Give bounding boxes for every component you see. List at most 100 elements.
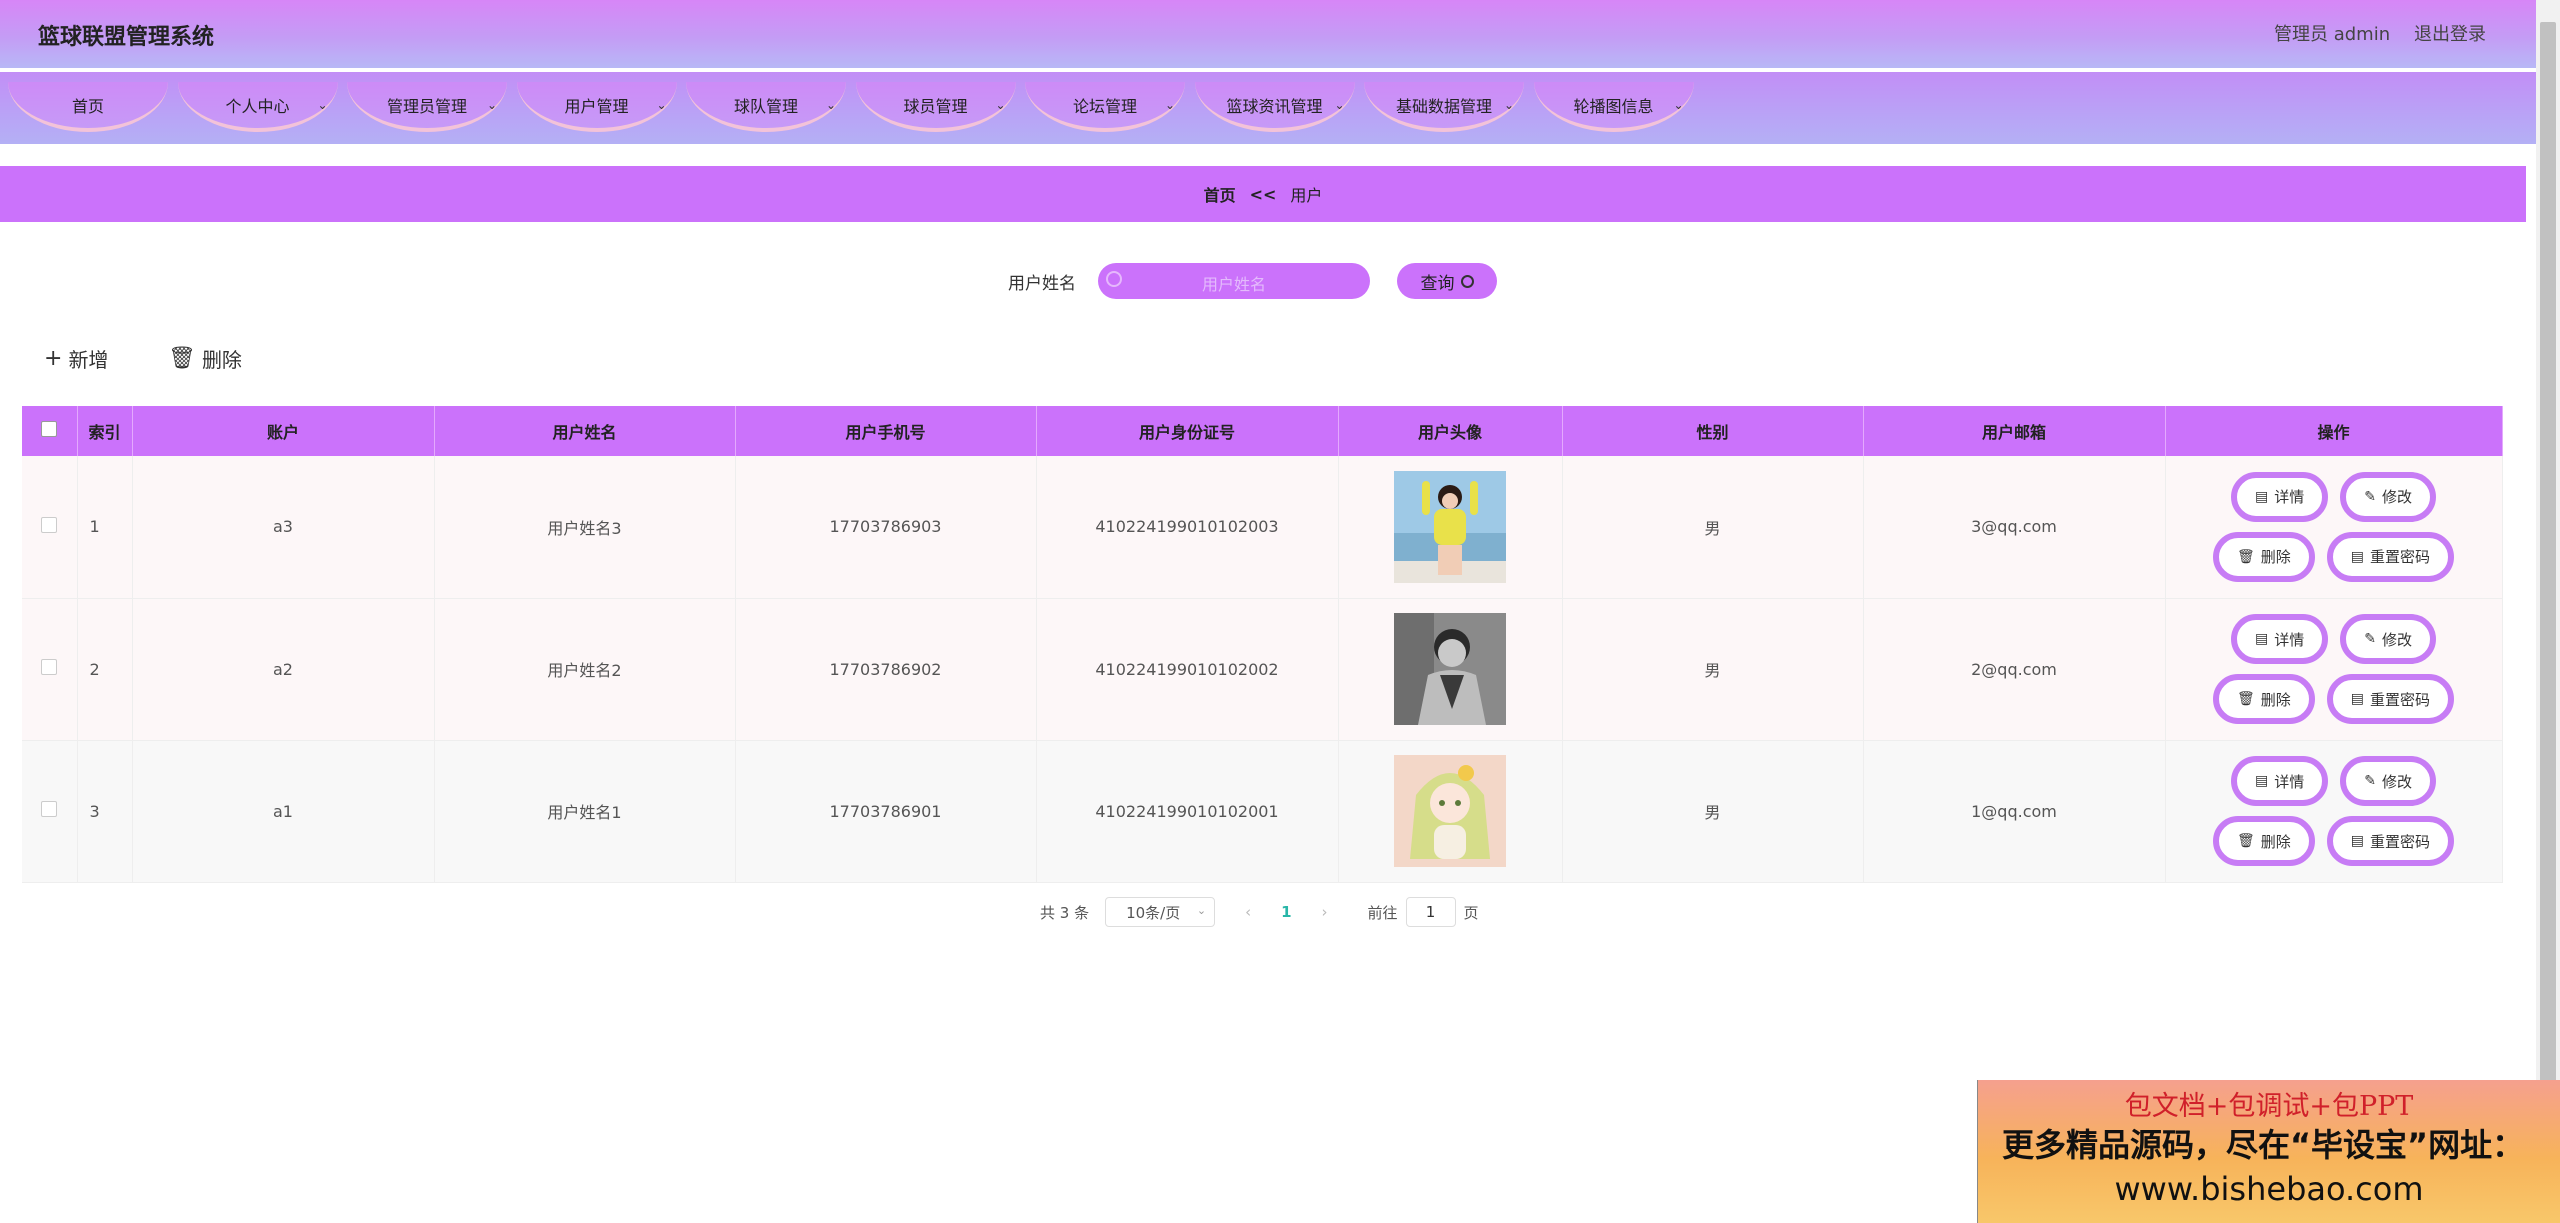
edit-label: 修改 (2381, 772, 2412, 791)
reset-label: 重置密码 (2370, 548, 2431, 567)
trash-icon: 🗑 (2236, 691, 2255, 707)
row-checkbox[interactable] (41, 516, 58, 533)
edit-button[interactable]: ✎ 修改 (2340, 614, 2436, 664)
trash-icon: 🗑 (2236, 833, 2255, 849)
app-title: 篮球联盟管理系统 (38, 25, 215, 50)
vertical-scrollbar[interactable] (2536, 0, 2560, 1223)
goto-input[interactable]: 1 (1405, 897, 1456, 927)
chevron-down-icon: ⌄ (1196, 904, 1207, 917)
nav-item-label: 球队管理 (733, 97, 798, 116)
name-cell: 用户姓名2 (434, 598, 736, 741)
breadcrumb: 首页 << 用户 (0, 166, 2526, 222)
chevron-down-icon: ⌄ (995, 98, 1006, 112)
reset-label: 重置密码 (2370, 832, 2431, 851)
delete-button[interactable]: 🗑 删除 (2212, 674, 2315, 724)
edit-button[interactable]: ✎ 修改 (2340, 471, 2436, 522)
page-size-select[interactable]: 10条/页 ⌄ (1105, 897, 1216, 927)
table-header-row: 索引 账户 用户姓名 用户手机号 用户身份证号 用户头像 性别 用户邮箱 操作 (22, 406, 2503, 456)
avatar-cell (1338, 598, 1563, 741)
name-cell: 用户姓名1 (434, 740, 736, 883)
current-user: 管理员 admin (2274, 24, 2391, 45)
search-icon (1460, 274, 1474, 288)
document-icon: ▤ (2350, 691, 2364, 707)
search-input[interactable]: 用户姓名 (1098, 263, 1370, 299)
nav-item-label: 球员管理 (903, 97, 968, 116)
idcard-cell: 410224199010102002 (1036, 598, 1339, 741)
delete-label: 删除 (2260, 690, 2291, 709)
delete-button-label: 删除 (201, 348, 242, 372)
col-header: 索引 (77, 406, 133, 456)
edit-button[interactable]: ✎ 修改 (2340, 756, 2436, 806)
detail-button[interactable]: ▤ 详情 (2231, 471, 2329, 522)
batch-delete-button[interactable]: 🗑 删除 (168, 344, 242, 373)
scrollbar-thumb[interactable] (2540, 22, 2556, 1082)
nav-item-4[interactable]: 球队管理 ⌄ (686, 82, 846, 132)
phone-cell: 17703786901 (735, 740, 1037, 883)
nav-item-label: 用户管理 (564, 97, 629, 116)
nav-item-7[interactable]: 篮球资讯管理 ⌄ (1194, 82, 1355, 132)
chevron-down-icon: ⌄ (1673, 98, 1684, 112)
nav-item-label: 篮球资讯管理 (1226, 97, 1323, 116)
col-header: 用户身份证号 (1036, 406, 1339, 456)
nav-item-9[interactable]: 轮播图信息 ⌄ (1533, 82, 1694, 132)
document-icon: ▤ (2255, 631, 2269, 647)
breadcrumb-home[interactable]: 首页 (1204, 182, 1236, 206)
query-button[interactable]: 查询 (1397, 263, 1497, 299)
next-page-button[interactable]: › (1322, 903, 1328, 921)
delete-button[interactable]: 🗑 删除 (2212, 531, 2315, 582)
detail-button[interactable]: ▤ 详情 (2231, 756, 2329, 806)
table-row: 3 a1 用户姓名1 17703786901 410224199010102001 男 1@… (22, 740, 2503, 883)
nav-item-label: 首页 (71, 97, 104, 116)
idcard-cell: 410224199010102001 (1036, 740, 1339, 883)
phone-cell: 17703786902 (735, 598, 1037, 741)
row-checkbox[interactable] (41, 659, 58, 675)
nav-item-1[interactable]: 个人中心 ⌄ (177, 82, 338, 132)
prev-page-button[interactable]: ‹ (1245, 903, 1251, 921)
email-cell: 1@qq.com (1863, 740, 2166, 883)
nav-item-label: 论坛管理 (1072, 97, 1137, 116)
goto-label: 前往 (1367, 903, 1398, 922)
logout-link[interactable]: 退出登录 (2414, 20, 2486, 46)
document-icon: ▤ (2255, 488, 2269, 505)
name-cell: 用户姓名3 (434, 456, 736, 599)
idcard-cell: 410224199010102003 (1036, 456, 1339, 599)
page-unit: 页 (1463, 903, 1479, 922)
nav-item-2[interactable]: 管理员管理 ⌄ (347, 82, 507, 132)
pencil-icon: ✎ (2364, 631, 2376, 647)
col-header: 用户姓名 (434, 406, 736, 456)
row-select-cell (22, 598, 78, 741)
reset-password-button[interactable]: ▤ 重置密码 (2326, 674, 2455, 724)
add-button[interactable]: + 新增 (44, 344, 108, 373)
account-cell: a3 (132, 456, 435, 599)
total-count: 共 3 条 (1040, 903, 1090, 922)
row-checkbox[interactable] (41, 801, 58, 817)
nav-item-5[interactable]: 球员管理 ⌄ (855, 82, 1016, 132)
detail-label: 详情 (2274, 772, 2305, 791)
page-number[interactable]: 1 (1281, 903, 1291, 921)
col-header: 用户头像 (1338, 406, 1563, 456)
ops-cell: ▤ 详情 ✎ 修改 🗑 删除 ▤ 重置密码 (2165, 598, 2503, 741)
avatar-cell (1338, 740, 1563, 883)
document-icon: ▤ (2350, 833, 2364, 849)
nav-item-0[interactable]: 首页 (8, 82, 168, 132)
chevron-down-icon: ⌄ (317, 98, 328, 112)
reset-password-button[interactable]: ▤ 重置密码 (2326, 531, 2455, 582)
add-button-label: 新增 (68, 348, 109, 372)
row-select-cell (22, 740, 78, 883)
detail-label: 详情 (2274, 630, 2305, 649)
chevron-down-icon: ⌄ (656, 98, 667, 112)
avatar (1394, 470, 1506, 583)
nav-item-label: 管理员管理 (386, 97, 467, 116)
detail-button[interactable]: ▤ 详情 (2231, 614, 2329, 664)
pagination: 共 3 条 10条/页 ⌄ ‹ 1 › 前往 1 页 (1040, 897, 1479, 927)
select-all-checkbox[interactable] (41, 421, 58, 437)
nav-item-3[interactable]: 用户管理 ⌄ (516, 82, 677, 132)
nav-item-label: 个人中心 (225, 97, 290, 116)
index-cell: 1 (77, 456, 133, 599)
reset-password-button[interactable]: ▤ 重置密码 (2326, 816, 2455, 866)
document-icon: ▤ (2350, 548, 2364, 565)
email-cell: 3@qq.com (1863, 456, 2166, 599)
delete-button[interactable]: 🗑 删除 (2212, 816, 2315, 866)
nav-item-8[interactable]: 基础数据管理 ⌄ (1364, 82, 1524, 132)
nav-item-6[interactable]: 论坛管理 ⌄ (1025, 82, 1185, 132)
